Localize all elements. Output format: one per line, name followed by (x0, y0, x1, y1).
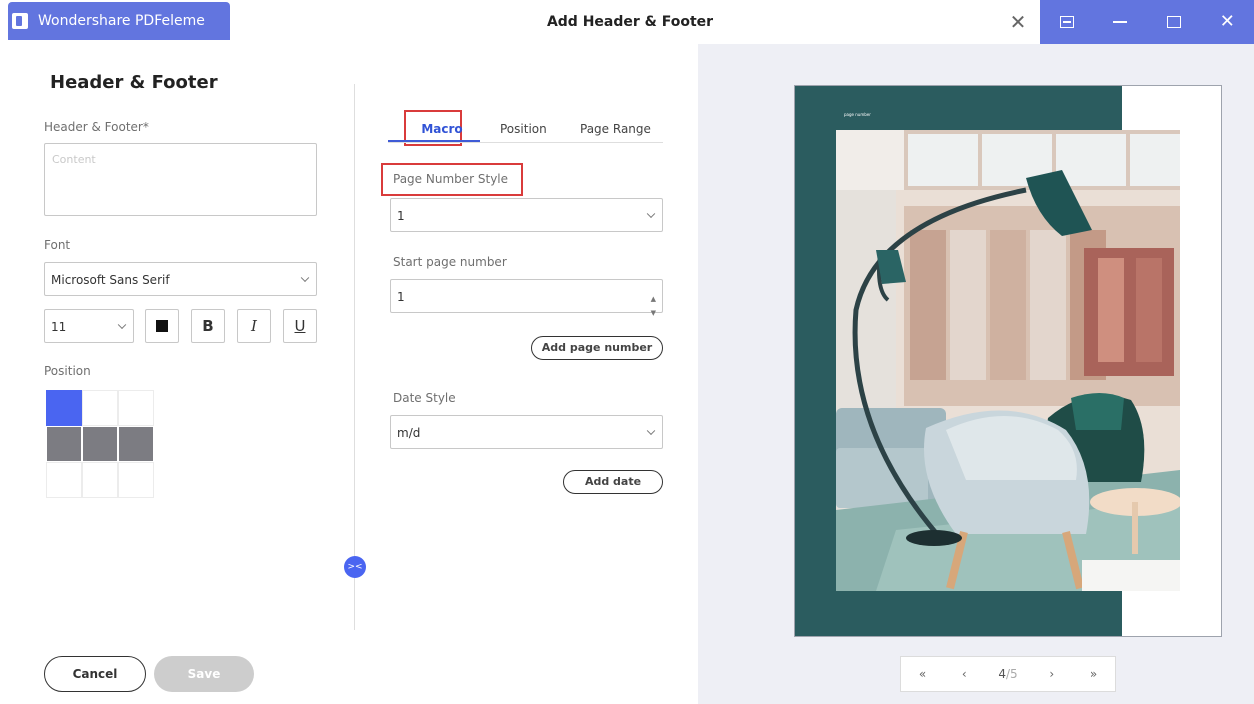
font-label: Font (44, 238, 71, 252)
position-bottom-right[interactable] (118, 462, 154, 498)
stepper-down-icon[interactable]: ▼ (651, 296, 656, 330)
page-number-style-value: 1 (397, 209, 405, 223)
position-bottom-center[interactable] (82, 462, 118, 498)
content-placeholder: Content (52, 153, 96, 166)
position-label: Position (44, 364, 91, 378)
app-tab[interactable]: Wondershare PDFeleme (8, 2, 230, 40)
collapse-arrows-icon[interactable]: >< (344, 556, 366, 578)
position-middle-left[interactable] (46, 426, 82, 462)
view-mode-button[interactable] (1047, 2, 1087, 42)
minimize-button[interactable] (1100, 2, 1140, 42)
start-page-stepper[interactable]: 1 ▲ ▼ (390, 279, 663, 317)
content-textarea[interactable]: Content (44, 143, 317, 216)
color-swatch (156, 320, 168, 332)
last-page-icon[interactable]: » (1086, 667, 1101, 681)
position-bottom-left[interactable] (46, 462, 82, 498)
view-mode-icon (1059, 16, 1074, 28)
next-page-icon[interactable]: › (1045, 667, 1058, 681)
first-page-icon[interactable]: « (915, 667, 930, 681)
position-top-left[interactable] (46, 390, 82, 426)
preview-photo (836, 130, 1180, 591)
panel-title: Header & Footer (50, 72, 218, 93)
position-top-center[interactable] (82, 390, 118, 426)
cancel-button[interactable]: Cancel (44, 656, 146, 692)
close-icon[interactable]: ✕ (1004, 8, 1032, 36)
date-style-value: m/d (397, 426, 421, 440)
maximize-button[interactable] (1154, 2, 1194, 42)
pdfelement-logo-icon (12, 13, 28, 29)
page-number-style-label: Page Number Style (393, 172, 509, 186)
bold-button[interactable]: B (191, 309, 225, 343)
text-color-button[interactable] (145, 309, 179, 343)
font-value: Microsoft Sans Serif (51, 273, 170, 287)
position-top-right[interactable] (118, 390, 154, 426)
tab-position[interactable]: Position (500, 122, 547, 136)
italic-button[interactable]: I (237, 309, 271, 343)
font-size-value: 11 (51, 320, 67, 334)
save-button[interactable]: Save (154, 656, 254, 692)
chevron-down-icon (646, 209, 656, 219)
add-page-number-button[interactable]: Add page number (531, 336, 663, 360)
minimize-icon (1113, 21, 1128, 23)
chevron-down-icon (300, 273, 310, 283)
maximize-icon (1166, 16, 1181, 28)
start-page-label: Start page number (393, 255, 507, 269)
window-controls: ✕ (1040, 0, 1254, 44)
position-middle-center[interactable] (82, 426, 118, 462)
font-select[interactable]: Microsoft Sans Serif (44, 262, 317, 296)
tab-macro[interactable]: Macro (404, 122, 480, 136)
window-close-icon: ✕ (1219, 11, 1235, 32)
date-style-label: Date Style (393, 391, 456, 405)
app-name: Wondershare PDFeleme (38, 13, 205, 29)
panel-divider (354, 84, 355, 630)
position-grid (46, 390, 154, 498)
underline-button[interactable]: U (283, 309, 317, 343)
chevron-down-icon (117, 320, 127, 330)
interior-photo-illustration (836, 130, 1180, 591)
page-indicator[interactable]: 4/5 (998, 667, 1017, 681)
page-navigator: « ‹ 4/5 › » (900, 656, 1116, 692)
page-number-style-select[interactable]: 1 (390, 198, 663, 232)
position-middle-right[interactable] (118, 426, 154, 462)
add-date-button[interactable]: Add date (563, 470, 663, 494)
preview-header-text: page number (844, 112, 871, 117)
start-page-value: 1 (397, 290, 405, 304)
tab-bar-line (388, 142, 663, 143)
chevron-down-icon (646, 426, 656, 436)
window-close-button[interactable]: ✕ (1207, 2, 1247, 42)
content-label: Header & Footer* (44, 120, 149, 134)
tab-page-range[interactable]: Page Range (580, 122, 651, 136)
dialog-title: Add Header & Footer (546, 14, 714, 30)
prev-page-icon[interactable]: ‹ (958, 667, 971, 681)
current-page: 4 (998, 667, 1006, 681)
active-tab-indicator (388, 140, 480, 142)
date-style-select[interactable]: m/d (390, 415, 663, 449)
font-size-select[interactable]: 11 (44, 309, 134, 343)
total-pages: /5 (1005, 667, 1018, 681)
